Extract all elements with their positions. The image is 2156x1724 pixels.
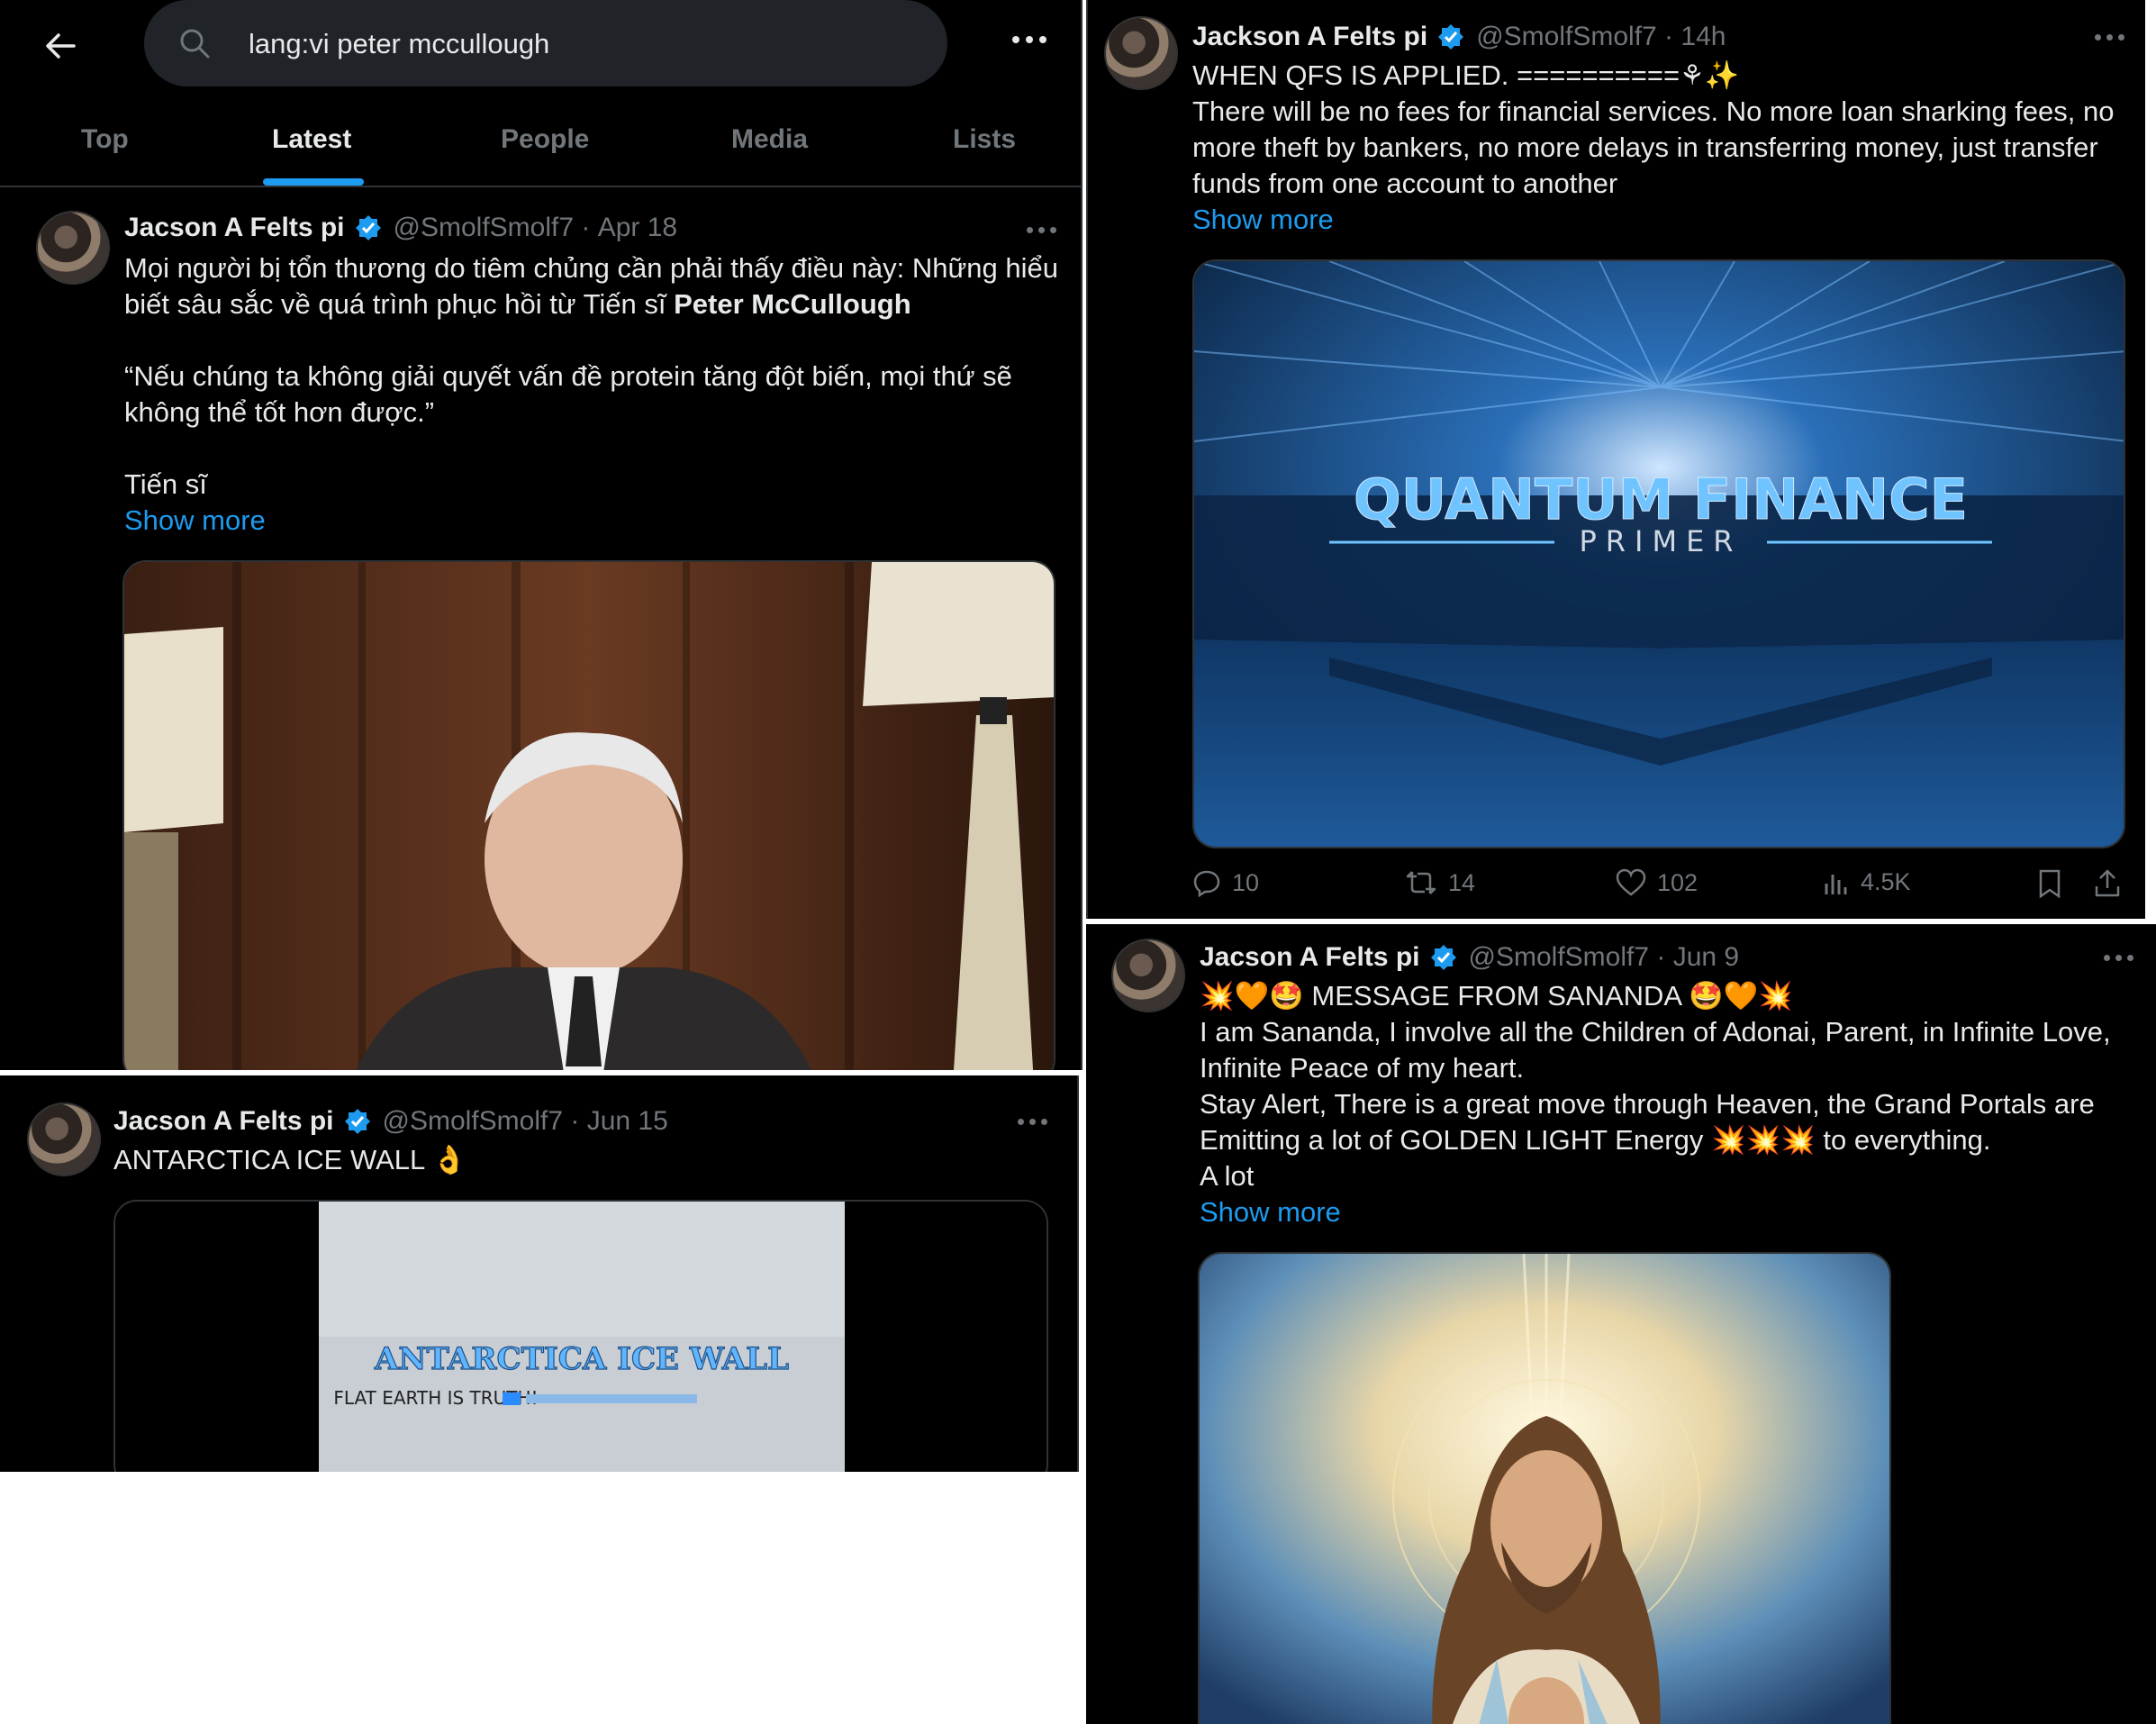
quantum-finance-image: QUANTUM FINANCE PRIMER <box>1194 261 2124 847</box>
share-button[interactable] <box>2093 868 2122 899</box>
tweet-image[interactable]: QUANTUM FINANCE PRIMER <box>1192 259 2125 848</box>
search-results-panel: lang:vi peter mccullough Top Latest Peop… <box>0 0 1083 1070</box>
repost-count: 14 <box>1448 868 1476 896</box>
video-thumbnail[interactable] <box>122 560 1055 1070</box>
display-name[interactable]: Jacson A Felts pi <box>124 213 345 243</box>
verified-badge-icon <box>343 1107 372 1136</box>
tab-media[interactable]: Media <box>731 124 808 155</box>
like-button[interactable]: 102 <box>1616 868 1698 897</box>
analytics-icon <box>1825 874 1847 894</box>
tweet-more-icon[interactable] <box>2104 955 2133 961</box>
tweet-text-line: Tiến sĩ <box>124 468 207 500</box>
display-name[interactable]: Jacson A Felts pi <box>113 1106 334 1137</box>
show-more-link[interactable]: Show more <box>1192 202 2138 238</box>
search-icon <box>180 29 210 59</box>
interview-image <box>124 562 1054 1070</box>
repost-icon <box>1406 871 1436 894</box>
tweet-text-line: There will be no fees for financial serv… <box>1192 95 2115 127</box>
avatar[interactable] <box>1104 16 1178 90</box>
tweet-text-line: WHEN QFS IS APPLIED. ==========⚘✨ <box>1192 59 1740 91</box>
verified-badge-icon <box>354 213 383 242</box>
show-more-link[interactable]: Show more <box>1200 1194 2145 1230</box>
tweet-text-line: I am Sananda, I involve all the Children… <box>1200 1016 2111 1048</box>
tweet-panel: Jacson A Felts pi @SmolfSmolf7 · Jun 15 … <box>0 1075 1079 1472</box>
search-tabs: Top Latest People Media Lists <box>0 106 1081 187</box>
tweet-text-line: biết sâu sắc về quá trình phục hồi từ Ti… <box>124 288 675 320</box>
back-arrow-icon <box>46 33 76 59</box>
image-title: QUANTUM FINANCE <box>1354 467 1968 532</box>
tweet-text-line: Emitting a lot of GOLDEN LIGHT Energy 💥💥… <box>1200 1124 1991 1156</box>
handle[interactable]: @SmolfSmolf7 <box>394 213 575 243</box>
reply-count: 10 <box>1232 868 1260 896</box>
verified-badge-icon <box>1429 943 1458 972</box>
ice-wall-image: ANTARCTICA ICE WALL FLAT EARTH IS TRUTH! <box>115 1202 1046 1472</box>
active-tab-indicator <box>263 178 364 186</box>
back-button[interactable] <box>40 25 81 67</box>
tab-top[interactable]: Top <box>81 124 129 155</box>
tweet-more-icon[interactable] <box>1027 227 1056 233</box>
search-query: lang:vi peter mccullough <box>249 28 550 59</box>
timestamp[interactable]: Jun 9 <box>1673 942 1739 973</box>
image-subtitle: PRIMER <box>1579 524 1742 558</box>
tweet-actions: 10 14 102 4.5K <box>1192 868 2138 908</box>
tab-latest[interactable]: Latest <box>272 124 351 155</box>
tweet-text-line: 💥🧡🤩 MESSAGE FROM SANANDA 🤩🧡💥 <box>1200 980 1793 1012</box>
handle[interactable]: @SmolfSmolf7 <box>1476 22 1657 52</box>
timestamp[interactable]: 14h <box>1680 22 1726 52</box>
sananda-image <box>1200 1254 1889 1724</box>
timestamp[interactable]: Apr 18 <box>598 213 677 243</box>
bookmark-icon <box>2039 869 2061 899</box>
image-title: ANTARCTICA ICE WALL <box>374 1341 789 1377</box>
tweet-panel: Jacson A Felts pi @SmolfSmolf7 · Jun 9 💥… <box>1086 924 2156 1724</box>
handle[interactable]: @SmolfSmolf7 <box>383 1106 564 1137</box>
show-more-link[interactable]: Show more <box>124 503 1061 539</box>
tweet-text-line: Infinite Peace of my heart. <box>1200 1052 1525 1084</box>
view-count: 4.5K <box>1861 868 1911 895</box>
tweet-text-line: Mọi người bị tổn thương do tiêm chủng cầ… <box>124 252 1058 284</box>
handle[interactable]: @SmolfSmolf7 <box>1469 942 1650 973</box>
avatar[interactable] <box>1111 939 1185 1012</box>
tweet-text-line: funds from one account to another <box>1192 168 1618 199</box>
more-options-icon[interactable] <box>1012 36 1046 43</box>
tweet-image[interactable] <box>1198 1252 1891 1724</box>
avatar[interactable] <box>27 1102 101 1176</box>
tweet-more-icon[interactable] <box>1018 1119 1047 1125</box>
avatar[interactable] <box>36 211 110 285</box>
tweet-text-line: A lot <box>1200 1160 1255 1192</box>
tab-lists[interactable]: Lists <box>953 124 1016 155</box>
bookmark-button[interactable] <box>2037 868 2062 899</box>
search-input[interactable]: lang:vi peter mccullough <box>144 0 947 86</box>
tab-people[interactable]: People <box>501 124 589 155</box>
like-count: 102 <box>1657 868 1699 896</box>
repost-button[interactable]: 14 <box>1405 868 1475 897</box>
tweet-more-icon[interactable] <box>2095 34 2124 41</box>
tweet-text-line: more theft by bankers, no more delays in… <box>1192 132 2098 163</box>
timestamp[interactable]: Jun 15 <box>587 1106 668 1137</box>
views-button[interactable]: 4.5K <box>1823 868 1911 896</box>
display-name[interactable]: Jacson A Felts pi <box>1200 942 1420 973</box>
tweet-text-line: không thể tốt hơn được.” <box>124 396 435 428</box>
heart-icon <box>1616 868 1646 896</box>
highlighted-keyword: Peter McCullough <box>674 288 911 320</box>
reply-icon <box>1193 870 1220 897</box>
verified-badge-icon <box>1436 23 1465 51</box>
reply-button[interactable]: 10 <box>1192 868 1259 897</box>
video-thumbnail[interactable]: ANTARCTICA ICE WALL FLAT EARTH IS TRUTH! <box>113 1200 1048 1472</box>
tweet-panel: Jackson A Felts pi @SmolfSmolf7 · 14h WH… <box>1086 0 2145 919</box>
share-icon <box>2095 869 2120 897</box>
display-name[interactable]: Jackson A Felts pi <box>1192 22 1427 52</box>
tweet-text-line: Stay Alert, There is a great move throug… <box>1200 1088 2095 1120</box>
tweet-text-line: “Nếu chúng ta không giải quyết vấn đề pr… <box>124 360 1012 392</box>
tweet-text-line: ANTARCTICA ICE WALL 👌 <box>113 1144 467 1175</box>
